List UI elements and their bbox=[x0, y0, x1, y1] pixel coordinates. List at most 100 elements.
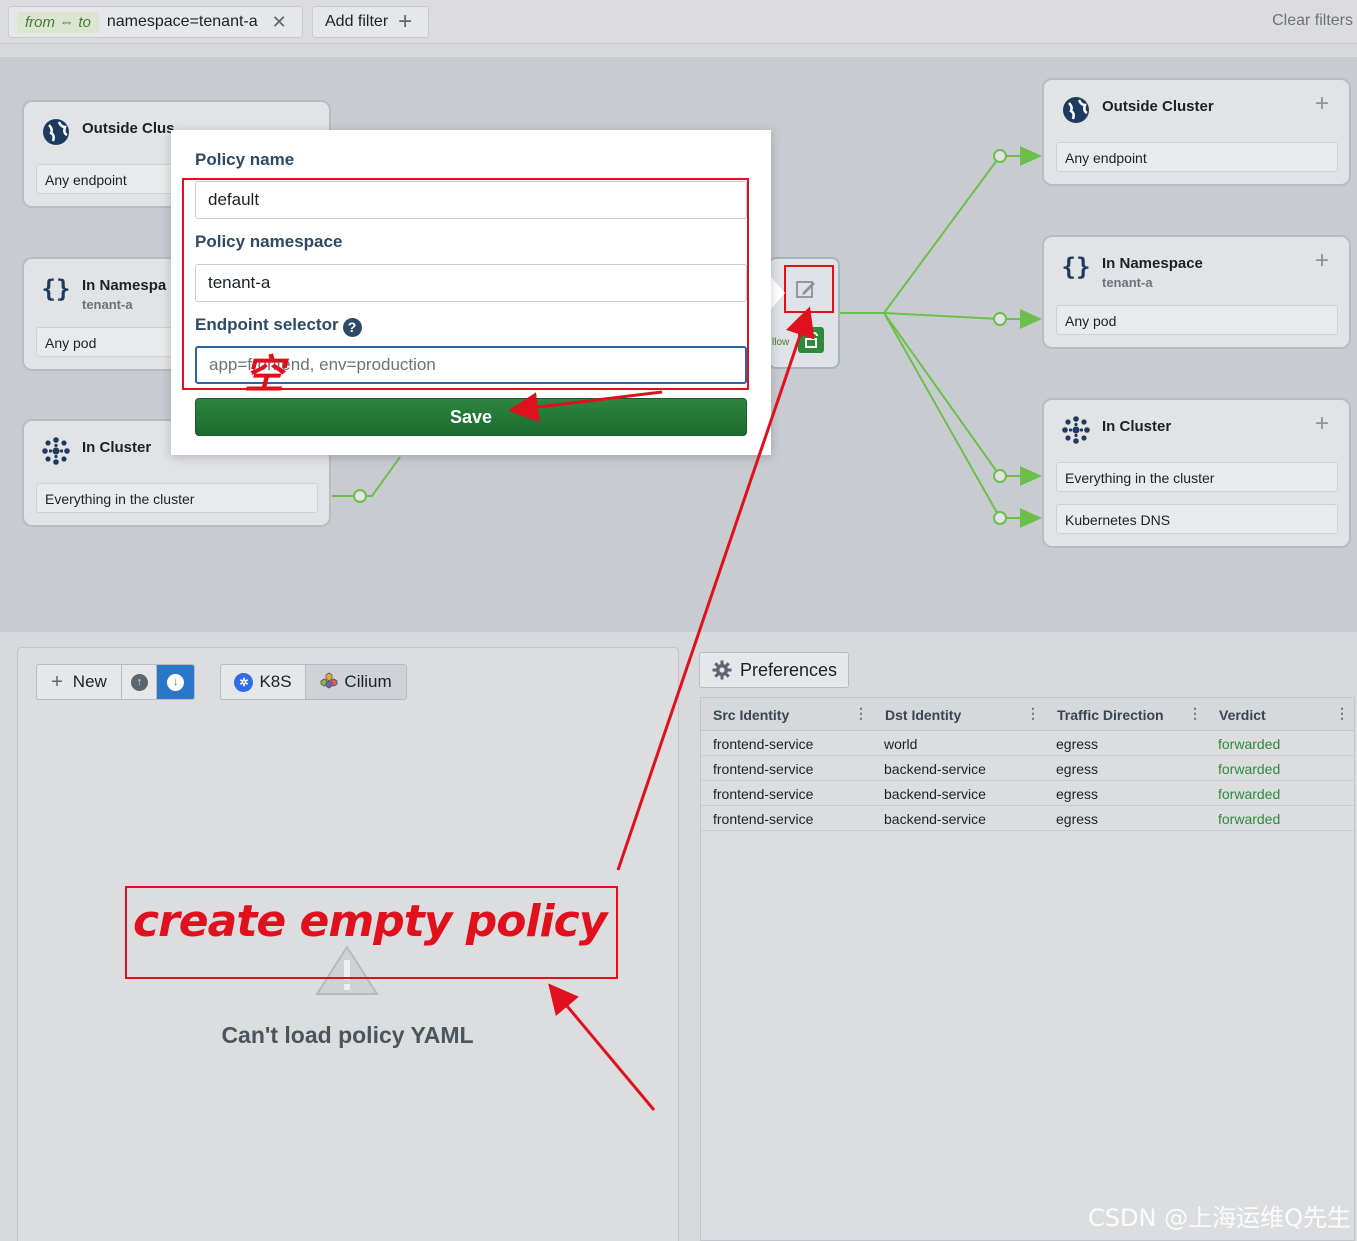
endpoint-any-endpoint[interactable]: Any endpoint bbox=[1056, 142, 1338, 172]
new-policy-button[interactable]: + New bbox=[37, 665, 122, 699]
check-icon bbox=[993, 149, 1007, 163]
egress-namespace-card: {} In Namespace tenant-a + Any pod bbox=[1042, 235, 1351, 349]
column-header-label: Verdict bbox=[1219, 707, 1266, 723]
kubernetes-icon: ✲ bbox=[234, 672, 254, 692]
direction-cell: egress bbox=[1056, 761, 1099, 777]
policy-format-toggle: ✲ K8S Cilium bbox=[220, 664, 407, 700]
table-row[interactable]: frontend-service backend-service egress … bbox=[701, 806, 1354, 831]
check-icon bbox=[993, 511, 1007, 525]
preferences-button[interactable]: Preferences bbox=[699, 652, 849, 688]
plus-icon: + bbox=[51, 670, 63, 693]
direction-cell: egress bbox=[1056, 736, 1099, 752]
cluster-icon bbox=[1060, 414, 1092, 446]
edit-button-highlight bbox=[784, 265, 834, 313]
braces-icon: {} bbox=[41, 275, 71, 303]
add-filter-button[interactable]: Add filter + bbox=[312, 6, 429, 38]
dst-identity-cell: world bbox=[884, 736, 918, 752]
new-label: New bbox=[72, 672, 107, 691]
cilium-label: Cilium bbox=[344, 672, 392, 691]
column-header-dst-identity[interactable]: Dst Identity ⋮ bbox=[873, 698, 1045, 731]
table-row[interactable]: frontend-service backend-service egress … bbox=[701, 781, 1354, 806]
edge-ingress-cluster bbox=[332, 456, 401, 497]
empty-annotation-char: 空 bbox=[244, 352, 284, 398]
clear-filters-link[interactable]: Clear filters bbox=[1272, 12, 1353, 30]
column-menu-icon[interactable]: ⋮ bbox=[854, 705, 868, 722]
policy-actions-group: + New ↑ ↓ bbox=[36, 664, 195, 700]
column-menu-icon[interactable]: ⋮ bbox=[1026, 705, 1040, 722]
egress-outside-cluster-card: Outside Cluster + Any endpoint bbox=[1042, 78, 1351, 186]
column-header-label: Src Identity bbox=[713, 707, 790, 723]
check-icon bbox=[353, 489, 367, 503]
check-icon bbox=[993, 312, 1007, 326]
column-menu-icon[interactable]: ⋮ bbox=[1188, 705, 1202, 722]
save-button[interactable]: Save bbox=[195, 398, 747, 436]
endpoint-everything-in-cluster[interactable]: Everything in the cluster bbox=[1056, 462, 1338, 492]
direction-tag[interactable]: from ⇔ to bbox=[17, 11, 99, 33]
column-menu-icon[interactable]: ⋮ bbox=[1335, 705, 1349, 722]
verdict-cell: forwarded bbox=[1218, 811, 1281, 827]
src-identity-cell: frontend-service bbox=[713, 736, 814, 752]
policy-name-label: Policy name bbox=[195, 150, 295, 169]
allow-label: llow bbox=[772, 337, 790, 348]
table-row[interactable]: frontend-service backend-service egress … bbox=[701, 756, 1354, 781]
column-header-label: Dst Identity bbox=[885, 707, 962, 723]
dst-identity-cell: backend-service bbox=[884, 761, 986, 777]
add-rule-plus-icon[interactable]: + bbox=[1315, 410, 1329, 438]
verdict-cell: forwarded bbox=[1218, 786, 1281, 802]
braces-icon: {} bbox=[1061, 253, 1091, 281]
gear-icon bbox=[712, 660, 732, 680]
direction-cell: egress bbox=[1056, 811, 1099, 827]
upload-icon: ↑ bbox=[130, 673, 148, 691]
close-icon[interactable]: ✕ bbox=[272, 12, 287, 33]
card-title: In Cluster bbox=[1102, 418, 1172, 435]
dst-identity-cell: backend-service bbox=[884, 786, 986, 802]
upload-button[interactable]: ↑ bbox=[122, 665, 158, 699]
card-title: In Cluster bbox=[82, 439, 152, 456]
src-identity-cell: frontend-service bbox=[713, 811, 814, 827]
add-rule-plus-icon[interactable]: + bbox=[1315, 90, 1329, 118]
filter-value: namespace=tenant-a bbox=[106, 13, 258, 30]
k8s-tab[interactable]: ✲ K8S bbox=[221, 665, 307, 699]
verdict-cell: forwarded bbox=[1218, 736, 1281, 752]
column-header-verdict[interactable]: Verdict ⋮ bbox=[1207, 698, 1354, 731]
download-button[interactable]: ↓ bbox=[157, 665, 194, 699]
edge-to-outside bbox=[883, 155, 1030, 314]
download-icon: ↓ bbox=[167, 673, 185, 691]
filter-bar: from ⇔ to namespace=tenant-a ✕ Add filte… bbox=[0, 0, 1357, 44]
endpoint-any-pod[interactable]: Any pod bbox=[1056, 305, 1338, 335]
k8s-label: K8S bbox=[259, 672, 292, 691]
endpoint-kubernetes-dns[interactable]: Kubernetes DNS bbox=[1056, 504, 1338, 534]
column-header-src-identity[interactable]: Src Identity ⋮ bbox=[701, 698, 873, 731]
endpoint-everything-in-cluster[interactable]: Everything in the cluster bbox=[36, 483, 318, 513]
endpoint-any-pod[interactable]: Any pod bbox=[36, 327, 186, 357]
card-title: In Namespa bbox=[82, 277, 167, 294]
direction-cell: egress bbox=[1056, 786, 1099, 802]
namespace-filter-chip[interactable]: from ⇔ to namespace=tenant-a ✕ bbox=[8, 6, 303, 38]
cilium-tab[interactable]: Cilium bbox=[306, 665, 406, 699]
dst-identity-cell: backend-service bbox=[884, 811, 986, 827]
src-identity-cell: frontend-service bbox=[713, 786, 814, 802]
card-subtitle: tenant-a bbox=[82, 297, 133, 312]
edge-to-cluster bbox=[883, 312, 1030, 477]
endpoint-any-endpoint[interactable]: Any endpoint bbox=[36, 164, 186, 194]
edge-to-namespace bbox=[883, 312, 1030, 320]
verdict-cell: forwarded bbox=[1218, 761, 1281, 777]
watermark: CSDN @上海运维Q先生 bbox=[1088, 1204, 1351, 1232]
popover-arrow bbox=[771, 277, 785, 309]
flows-table: Src Identity ⋮ Dst Identity ⋮ Traffic Dire… bbox=[700, 697, 1355, 1241]
annotation-caption: create empty policy bbox=[133, 896, 607, 947]
egress-cluster-card: In Cluster + Everything in the cluster K… bbox=[1042, 398, 1351, 548]
cilium-icon bbox=[320, 671, 338, 694]
check-icon bbox=[993, 469, 1007, 483]
table-row[interactable]: frontend-service world egress forwarded bbox=[701, 731, 1354, 756]
globe-icon bbox=[1060, 94, 1092, 126]
src-identity-cell: frontend-service bbox=[713, 761, 814, 777]
add-rule-plus-icon[interactable]: + bbox=[1315, 247, 1329, 275]
unlock-icon[interactable] bbox=[798, 327, 824, 353]
column-header-label: Traffic Direction bbox=[1057, 707, 1164, 723]
error-message: Can't load policy YAML bbox=[221, 1022, 474, 1048]
plus-icon: + bbox=[398, 8, 413, 35]
column-header-traffic-direction[interactable]: Traffic Direction ⋮ bbox=[1045, 698, 1207, 731]
card-title: In Namespace bbox=[1102, 255, 1203, 272]
globe-icon bbox=[40, 116, 72, 148]
